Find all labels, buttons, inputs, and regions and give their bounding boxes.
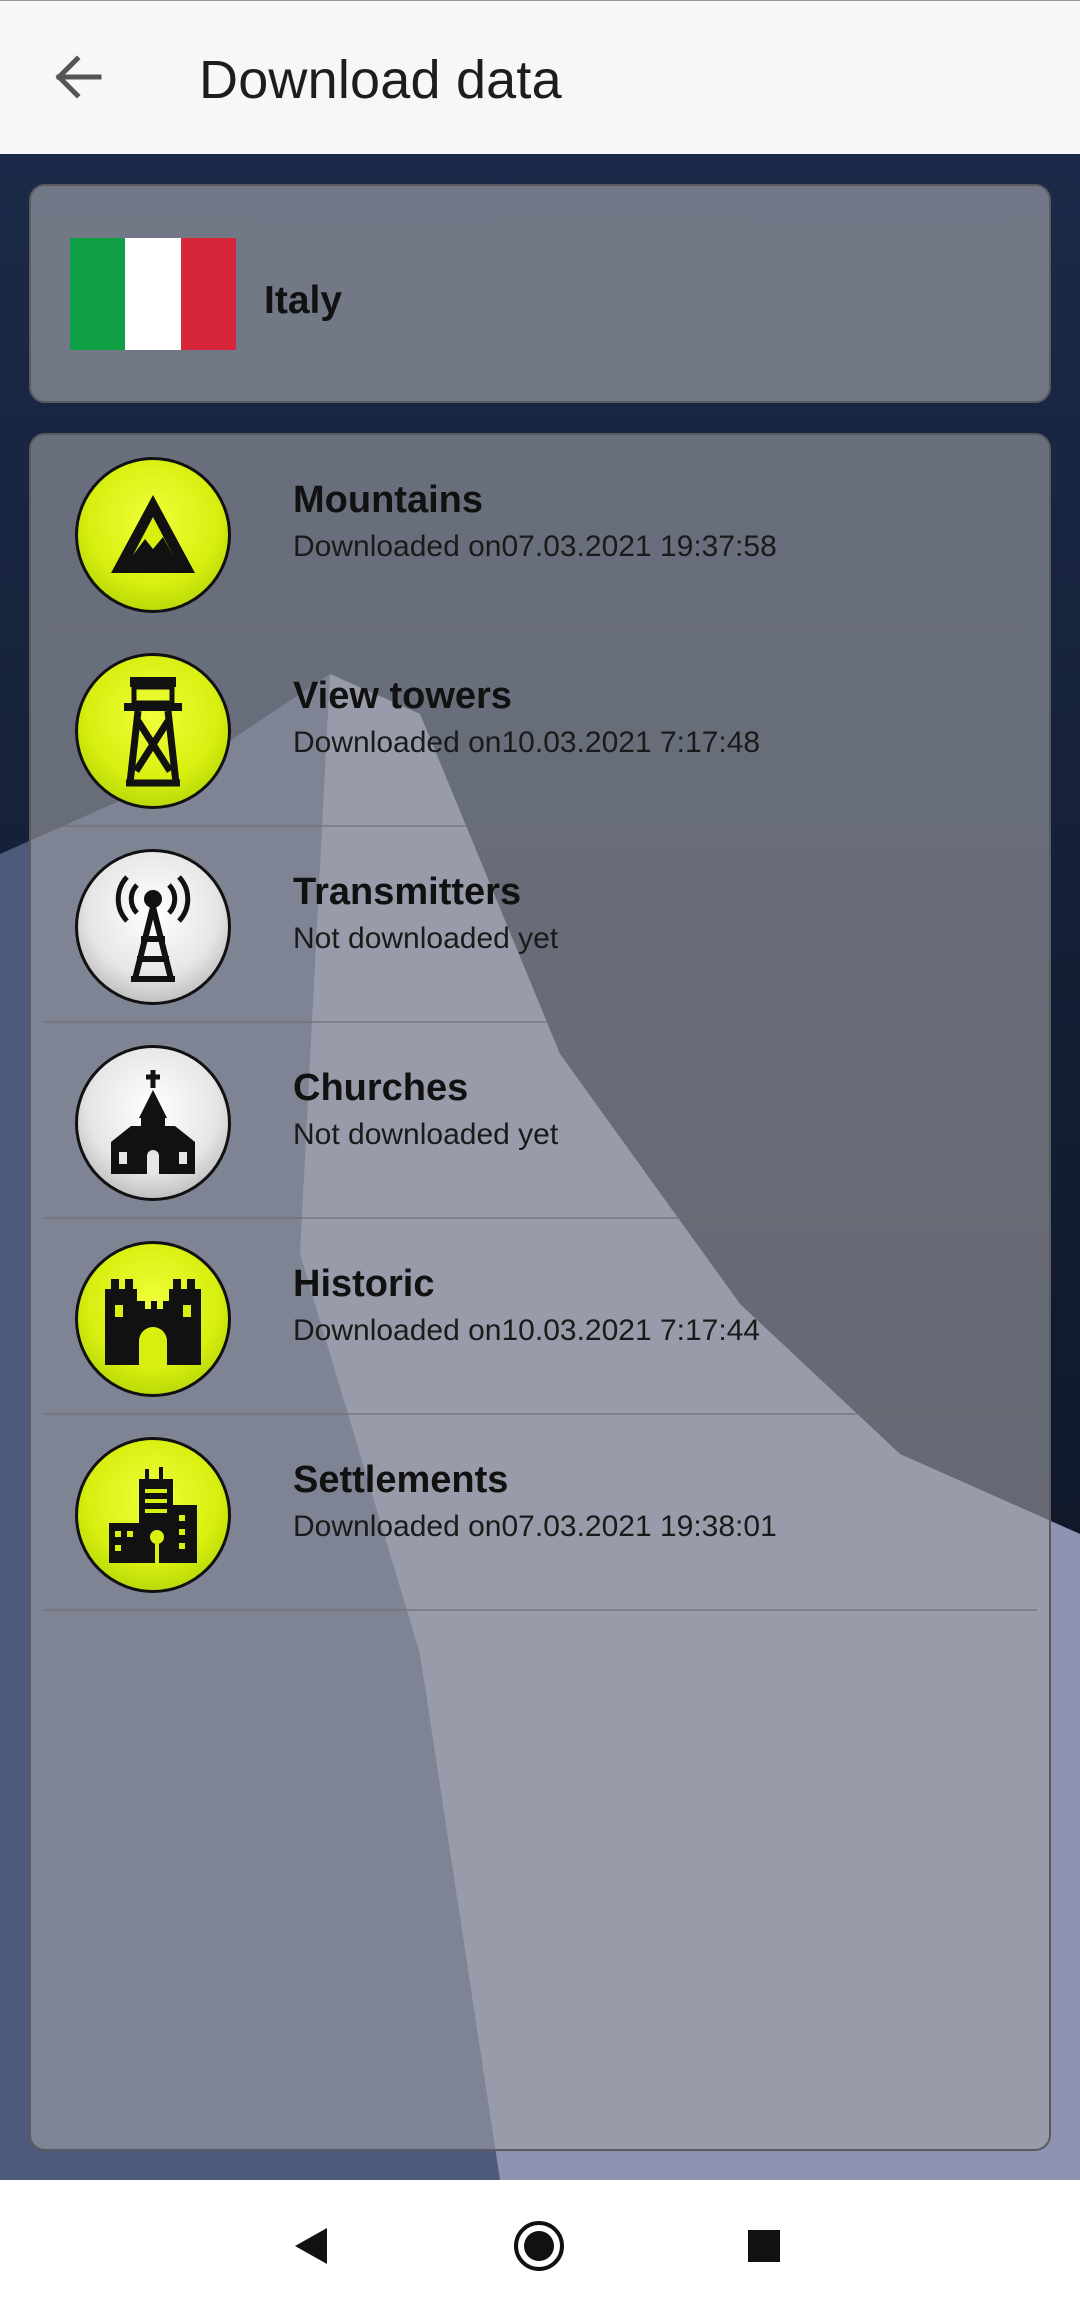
list-item-view-towers[interactable]: View towers Downloaded on10.03.2021 7:17… [43, 631, 1037, 827]
list-item-historic[interactable]: Historic Downloaded on10.03.2021 7:17:44 [43, 1219, 1037, 1415]
transmitter-icon [75, 849, 231, 1005]
category-list: Mountains Downloaded on07.03.2021 19:37:… [29, 433, 1051, 2151]
list-item-churches[interactable]: Churches Not downloaded yet [43, 1023, 1037, 1219]
category-name: Mountains [293, 479, 483, 521]
category-name: Transmitters [293, 871, 522, 913]
list-item-transmitters[interactable]: Transmitters Not downloaded yet [43, 827, 1037, 1023]
buildings-icon [75, 1437, 231, 1593]
download-status: Downloaded on10.03.2021 7:17:44 [293, 1314, 761, 1347]
italy-flag-icon [70, 238, 236, 350]
nav-home-button[interactable] [503, 2210, 575, 2282]
download-status: Downloaded on10.03.2021 7:17:48 [293, 726, 761, 759]
download-status: Not downloaded yet [293, 922, 559, 955]
download-status: Not downloaded yet [293, 1118, 559, 1151]
list-item-mountains[interactable]: Mountains Downloaded on07.03.2021 19:37:… [43, 435, 1037, 631]
system-navigation-bar [0, 2180, 1080, 2311]
nav-recents-button[interactable] [728, 2210, 800, 2282]
nav-back-button[interactable] [275, 2210, 347, 2282]
flag-white-stripe [125, 238, 181, 350]
download-status: Downloaded on07.03.2021 19:38:01 [293, 1510, 777, 1543]
mountain-icon [75, 457, 231, 613]
tower-icon [75, 653, 231, 809]
church-icon [75, 1045, 231, 1201]
category-name: Settlements [293, 1459, 509, 1501]
arrow-left-icon [55, 55, 102, 99]
download-status: Downloaded on07.03.2021 19:37:58 [293, 530, 777, 563]
page-title: Download data [199, 50, 562, 110]
category-name: Churches [293, 1067, 469, 1109]
flag-green-stripe [70, 238, 126, 350]
castle-icon [75, 1241, 231, 1397]
flag-red-stripe [180, 238, 236, 350]
home-circle-icon [514, 2221, 564, 2271]
category-name: Historic [293, 1263, 435, 1305]
category-name: View towers [293, 675, 512, 717]
list-item-settlements[interactable]: Settlements Downloaded on07.03.2021 19:3… [43, 1415, 1037, 1611]
country-name: Italy [264, 279, 343, 322]
country-card[interactable]: Italy [29, 184, 1051, 403]
triangle-back-icon [295, 2228, 327, 2264]
app-bar: Download data [0, 0, 1080, 154]
square-recents-icon [748, 2230, 780, 2262]
back-button[interactable] [40, 39, 116, 115]
